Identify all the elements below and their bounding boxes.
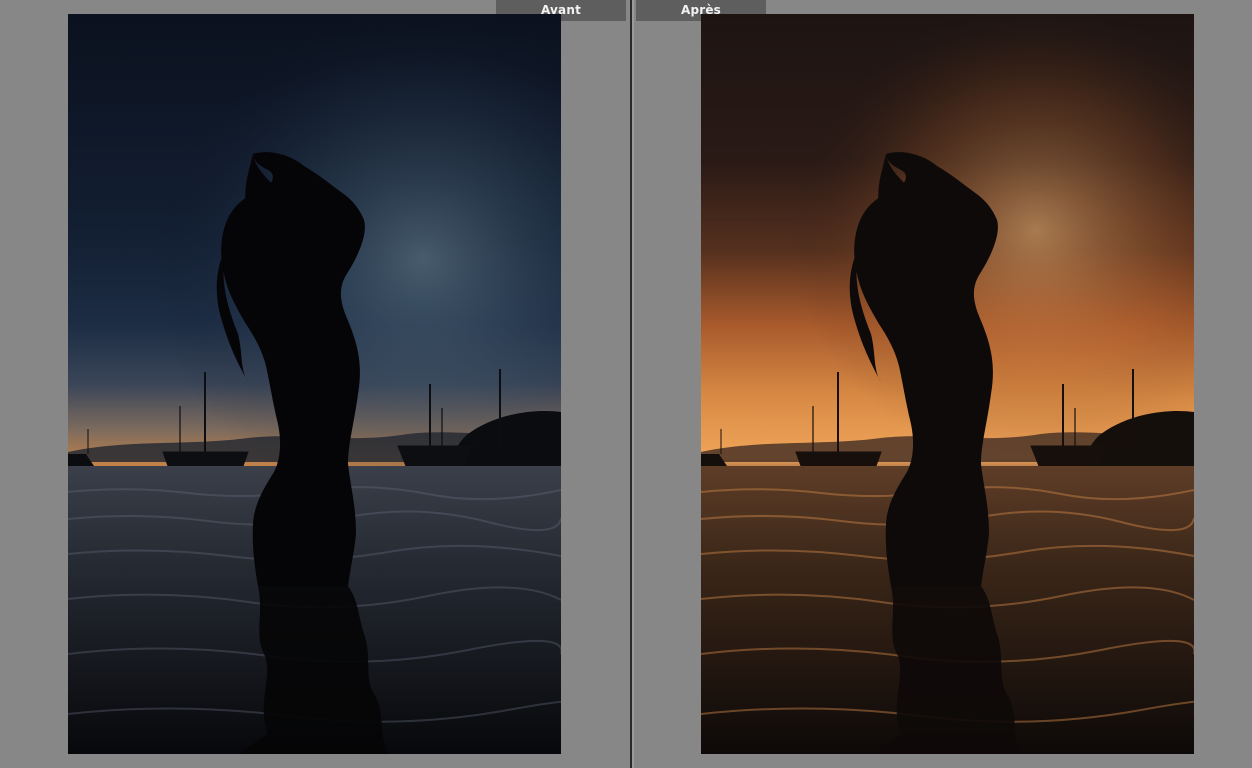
after-pane: Après: [634, 0, 1252, 768]
before-photo[interactable]: [68, 14, 561, 754]
before-photo-image: [68, 14, 561, 754]
compare-view: Avant Après: [0, 0, 1252, 768]
after-photo-image: [701, 14, 1194, 754]
before-pane: Avant: [0, 0, 630, 768]
after-photo[interactable]: [701, 14, 1194, 754]
